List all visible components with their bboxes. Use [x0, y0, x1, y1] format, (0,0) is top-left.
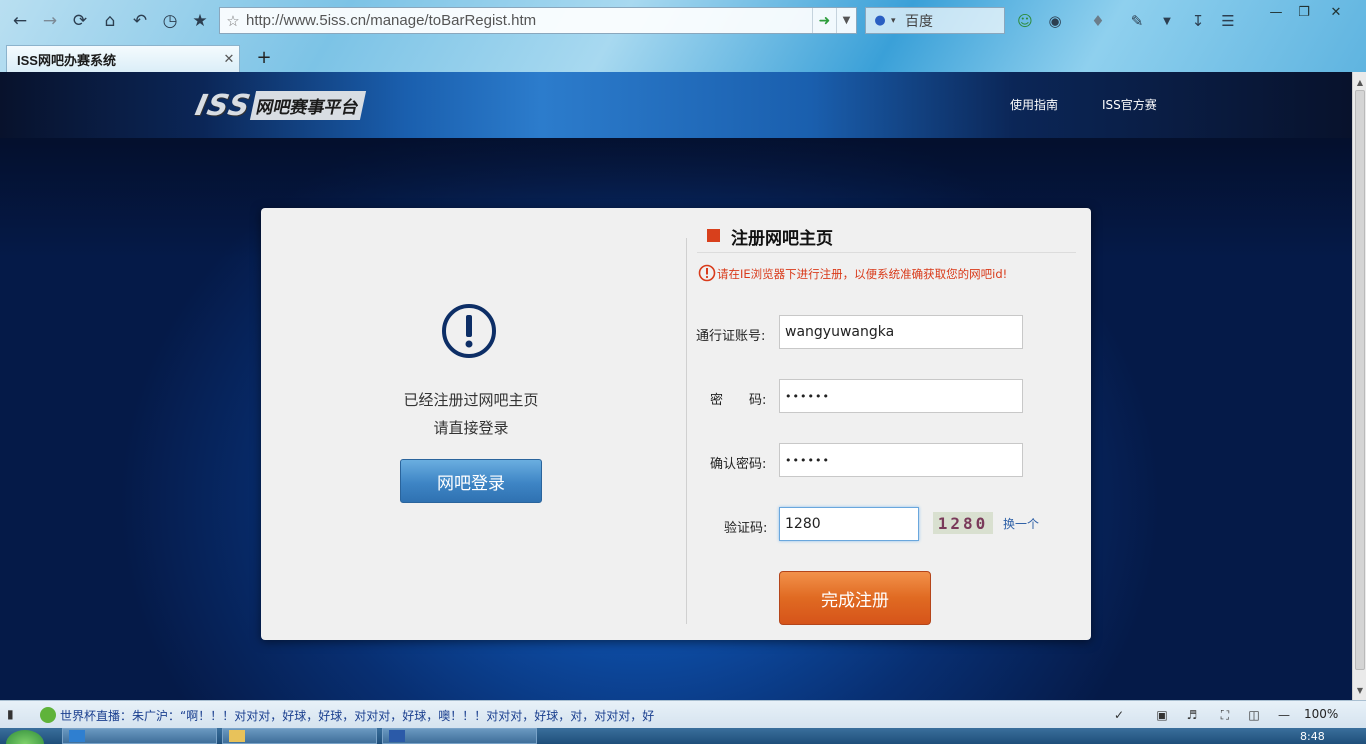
password-label: 密 码:: [710, 393, 767, 408]
windows-taskbar: 8:48: [0, 728, 1366, 744]
taskbar-clock: 8:48: [1300, 730, 1325, 743]
exclamation-circle-icon: [442, 304, 496, 358]
back-arrow-icon[interactable]: ←: [9, 10, 31, 32]
account-label: 通行证账号:: [696, 329, 766, 344]
forward-arrow-icon[interactable]: →: [39, 10, 61, 32]
word-app-icon: [389, 730, 405, 742]
browser-app-icon: [69, 730, 85, 742]
go-arrow-icon[interactable]: ➜: [812, 8, 836, 33]
title-underline: [697, 252, 1076, 253]
taskbar-item-word[interactable]: [382, 728, 537, 744]
page-content: ISS 网吧赛事平台 使用指南 ISS官方赛 已经注册过网吧主页 请直接登录 网…: [0, 72, 1352, 700]
more-dropdown-icon[interactable]: ▼: [1157, 11, 1177, 31]
minimize-icon[interactable]: —: [1262, 3, 1290, 21]
news-face-icon: [40, 707, 56, 723]
scroll-thumb[interactable]: [1355, 90, 1365, 670]
form-title: 注册网吧主页: [731, 229, 833, 249]
confirm-password-input[interactable]: [779, 443, 1023, 477]
scroll-down-icon[interactable]: ▼: [1353, 682, 1366, 698]
account-input[interactable]: [779, 315, 1023, 349]
undo-icon[interactable]: ↶: [129, 10, 151, 32]
tab-close-icon[interactable]: ✕: [219, 52, 239, 67]
bookmark-star-icon[interactable]: ☆: [220, 12, 246, 30]
new-tab-button[interactable]: +: [254, 47, 274, 68]
browser-toolbar: ← → ⟳ ⌂ ↶ ◷ ★ ☆ http://www.5iss.cn/manag…: [0, 0, 1366, 41]
folder-icon: [229, 730, 245, 742]
nav-usage-guide[interactable]: 使用指南: [1010, 96, 1058, 113]
nav-iss-official[interactable]: ISS官方赛: [1102, 96, 1157, 113]
security-check-icon[interactable]: ✓: [1110, 707, 1128, 723]
browser-chrome: ← → ⟳ ⌂ ↶ ◷ ★ ☆ http://www.5iss.cn/manag…: [0, 0, 1366, 72]
screenshot-camera-icon[interactable]: ◉: [1045, 11, 1065, 31]
volume-icon[interactable]: ♬: [1183, 707, 1201, 723]
scroll-up-icon[interactable]: ▲: [1353, 74, 1366, 90]
home-icon[interactable]: ⌂: [99, 10, 121, 32]
captcha-label: 验证码:: [724, 521, 768, 536]
taskbar-item-browser[interactable]: [62, 728, 217, 744]
zoom-out-icon[interactable]: —: [1275, 707, 1293, 723]
search-box[interactable]: ● ▾ 百度: [865, 7, 1005, 34]
baidu-paw-icon[interactable]: ●: [869, 10, 891, 32]
translate-icon[interactable]: ♦: [1088, 11, 1108, 31]
password-input[interactable]: [779, 379, 1023, 413]
netbar-login-button[interactable]: 网吧登录: [400, 459, 542, 503]
favorites-star-icon[interactable]: ★: [189, 10, 211, 32]
start-button-icon[interactable]: [6, 730, 44, 744]
news-ticker-link[interactable]: 世界杯直播：朱广沪：“啊！！！对对对，好球，好球，对对对，好球，噢！！！对对对，…: [60, 707, 654, 724]
url-text[interactable]: http://www.5iss.cn/manage/toBarRegist.ht…: [246, 12, 812, 29]
search-engine-dropdown-icon[interactable]: ▾: [891, 16, 901, 26]
fullscreen-icon[interactable]: ⛶: [1216, 707, 1234, 723]
network-icon[interactable]: ▣: [1153, 707, 1171, 723]
url-dropdown-icon[interactable]: ▼: [836, 8, 856, 33]
sidebar-toggle-icon[interactable]: ▮: [7, 707, 21, 721]
search-engine-name: 百度: [905, 13, 933, 30]
logo-iss-text: ISS: [192, 88, 255, 122]
history-clock-icon[interactable]: ◷: [159, 10, 181, 32]
refresh-icon[interactable]: ⟳: [69, 10, 91, 32]
status-bar: ▮ 世界杯直播：朱广沪：“啊！！！对对对，好球，好球，对对对，好球，噢！！！对对…: [0, 700, 1366, 728]
restore-icon[interactable]: ❐: [1290, 3, 1318, 21]
download-icon[interactable]: ↧: [1188, 11, 1208, 31]
split-view-icon[interactable]: ◫: [1245, 707, 1263, 723]
register-card: 已经注册过网吧主页 请直接登录 网吧登录 注册网吧主页 请在IE浏览器下进行注册…: [261, 208, 1091, 640]
notes-icon[interactable]: ✎: [1127, 11, 1147, 31]
zoom-level[interactable]: 100%: [1304, 707, 1338, 721]
address-bar[interactable]: ☆ http://www.5iss.cn/manage/toBarRegist.…: [219, 7, 857, 34]
close-window-icon[interactable]: ✕: [1322, 3, 1350, 21]
complete-registration-button[interactable]: 完成注册: [779, 571, 931, 625]
menu-icon[interactable]: ☰: [1218, 11, 1238, 31]
warning-icon: [698, 264, 716, 282]
vertical-scrollbar[interactable]: ▲ ▼: [1352, 72, 1366, 700]
confirm-password-label: 确认密码:: [710, 457, 767, 472]
taskbar-item-folder[interactable]: [222, 728, 377, 744]
login-directly-text: 请直接登录: [433, 419, 509, 437]
logo-platform-text: 网吧赛事平台: [249, 90, 366, 120]
captcha-image: 1280: [933, 512, 993, 534]
tab-iss-system[interactable]: ISS网吧办赛系统 ✕: [6, 45, 240, 72]
login-panel: 已经注册过网吧主页 请直接登录 网吧登录: [261, 208, 686, 640]
ie-warning-text: 请在IE浏览器下进行注册，以便系统准确获取您的网吧id!: [717, 267, 1008, 281]
tab-strip: ISS网吧办赛系统 ✕ +: [0, 44, 1366, 72]
panel-divider: [686, 238, 687, 624]
captcha-refresh-link[interactable]: 换一个: [1003, 515, 1039, 532]
captcha-input[interactable]: [779, 507, 919, 541]
already-registered-text: 已经注册过网吧主页: [403, 391, 539, 409]
tab-title[interactable]: ISS网吧办赛系统: [17, 50, 219, 69]
user-account-icon[interactable]: ☺: [1015, 11, 1035, 31]
title-square-icon: [707, 229, 720, 242]
site-logo[interactable]: ISS 网吧赛事平台: [192, 88, 416, 122]
